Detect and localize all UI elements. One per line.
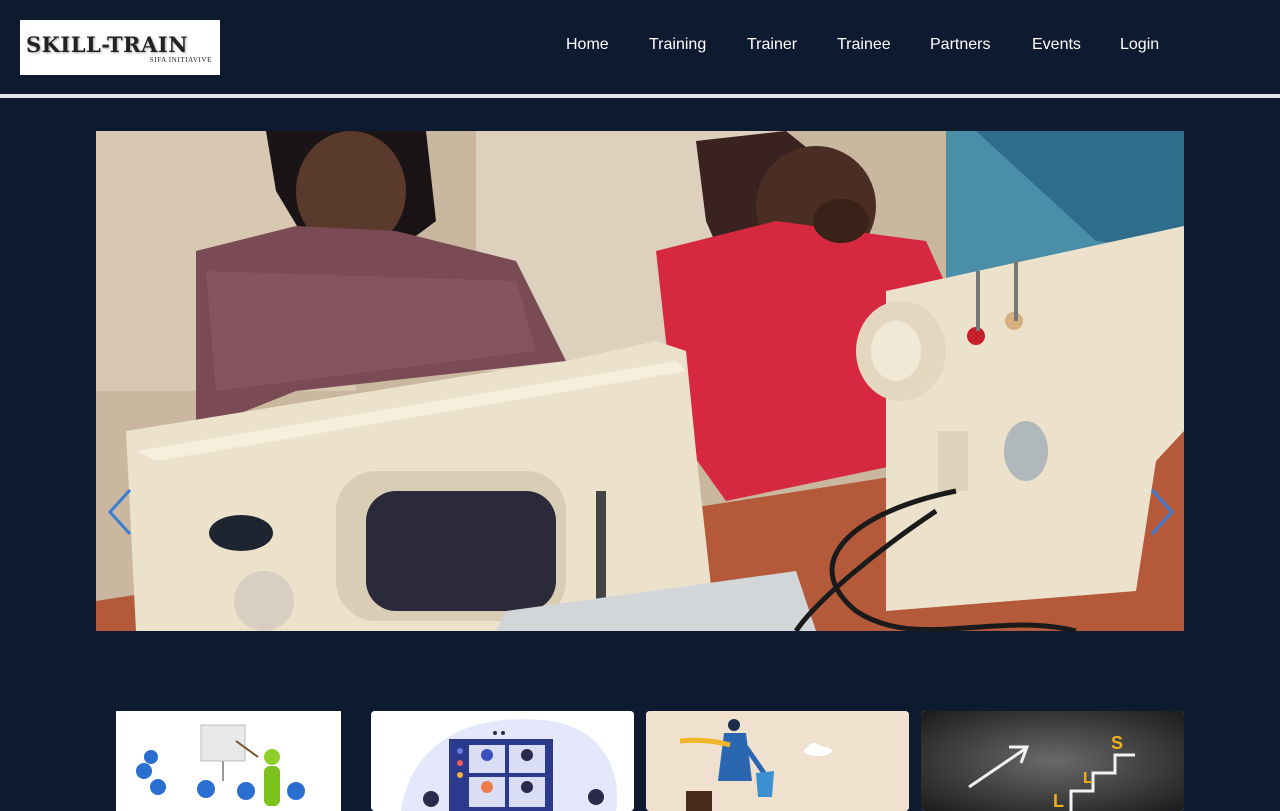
site-header: SKILL-TRAIN SIFA INITIAVIVE Home Trainin…: [0, 0, 1280, 94]
brand-logo[interactable]: SKILL-TRAIN SIFA INITIAVIVE: [20, 20, 220, 75]
carousel-prev-button[interactable]: [104, 486, 136, 538]
card-chalkboard-skills-illustration[interactable]: L L S: [921, 711, 1184, 811]
chalkboard-skills-illustration: L L S: [921, 711, 1184, 811]
feature-cards: L L S: [0, 711, 1280, 811]
card-businessman-illustration[interactable]: [646, 711, 909, 811]
nav-trainer[interactable]: Trainer: [747, 36, 797, 54]
nav-home[interactable]: Home: [566, 36, 609, 54]
svg-text:L: L: [1083, 770, 1093, 787]
svg-text:S: S: [1111, 733, 1123, 753]
header-divider: [0, 94, 1280, 98]
nav-login[interactable]: Login: [1120, 36, 1159, 54]
brand-tagline: SIFA INITIAVIVE: [149, 56, 212, 64]
chevron-right-icon: [1150, 488, 1175, 536]
card-video-conference-illustration[interactable]: [371, 711, 634, 811]
svg-text:L: L: [1053, 791, 1064, 811]
hero-carousel[interactable]: [96, 131, 1184, 631]
nav-events[interactable]: Events: [1032, 36, 1081, 54]
chevron-left-icon: [107, 488, 132, 536]
presentation-illustration: [116, 711, 341, 811]
nav-training[interactable]: Training: [649, 36, 706, 54]
carousel-slide-photo: [96, 131, 1184, 631]
brand-name: SKILL-TRAIN: [26, 32, 188, 57]
nav-trainee[interactable]: Trainee: [837, 36, 891, 54]
video-conference-illustration: [371, 711, 634, 811]
card-presentation-illustration[interactable]: [96, 711, 359, 811]
carousel-next-button[interactable]: [1146, 486, 1178, 538]
businessman-illustration: [646, 711, 909, 811]
nav-partners[interactable]: Partners: [930, 36, 990, 54]
